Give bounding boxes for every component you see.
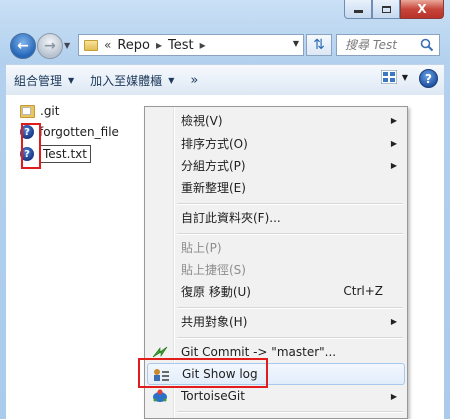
refresh-button[interactable]: ⇅ xyxy=(306,34,332,56)
menu-item-share-with[interactable]: 共用對象(H) ▶ xyxy=(147,310,405,332)
minimize-button[interactable] xyxy=(344,0,372,19)
menu-item-label: 檢視(V) xyxy=(181,113,223,128)
change-view-button[interactable]: ▼ xyxy=(380,70,408,84)
menu-separator xyxy=(177,203,403,205)
menu-item-label: 共用對象(H) xyxy=(181,314,248,329)
more-commands-button[interactable]: » xyxy=(182,68,206,92)
menu-separator xyxy=(177,233,403,235)
maximize-button[interactable] xyxy=(372,0,400,19)
search-input[interactable] xyxy=(343,37,425,53)
menu-item-label: 分組方式(P) xyxy=(181,158,246,173)
address-bar[interactable]: « Repo ▸ Test ▸ ▼ xyxy=(78,34,304,56)
file-name: forgotten_file xyxy=(39,125,119,139)
menu-item-paste[interactable]: 貼上(P) xyxy=(147,236,405,258)
search-icon[interactable] xyxy=(420,38,434,52)
chevron-down-icon: ▼ xyxy=(68,75,75,85)
highlight-box xyxy=(138,358,268,388)
close-button[interactable]: X xyxy=(400,0,444,19)
recent-pages-dropdown[interactable]: ▼ xyxy=(64,41,70,50)
menu-item-sort-by[interactable]: 排序方式(O) ▶ xyxy=(147,132,405,154)
view-options-icon xyxy=(380,70,397,84)
breadcrumb-separator[interactable]: ▸ xyxy=(200,38,206,52)
menu-item-tortoisegit[interactable]: TortoiseGit ▶ xyxy=(147,385,405,407)
breadcrumb-separator[interactable]: ▸ xyxy=(156,38,162,52)
close-icon: X xyxy=(417,2,427,16)
menu-item-label: 貼上(P) xyxy=(181,240,222,255)
breadcrumb-test[interactable]: Test xyxy=(168,38,194,53)
menu-item-label: Git Commit -> "master"... xyxy=(181,345,337,359)
folder-icon xyxy=(20,104,35,118)
menu-item-group-by[interactable]: 分組方式(P) ▶ xyxy=(147,154,405,176)
add-to-library-button[interactable]: 加入至媒體櫃 ▼ xyxy=(82,68,182,92)
menu-separator xyxy=(177,307,403,309)
submenu-arrow-icon: ▶ xyxy=(390,316,397,326)
back-button[interactable]: ← xyxy=(10,33,36,59)
menu-item-paste-shortcut[interactable]: 貼上捷徑(S) xyxy=(147,258,405,280)
help-button[interactable]: ? xyxy=(419,69,438,88)
menu-item-label: TortoiseGit xyxy=(181,389,245,403)
menu-separator xyxy=(177,337,403,339)
highlight-box xyxy=(21,123,41,169)
forward-arrow-icon: → xyxy=(44,38,56,54)
file-name: .git xyxy=(40,104,60,118)
breadcrumb-overflow[interactable]: « xyxy=(104,38,111,52)
command-bar: 組合管理 ▼ 加入至媒體櫃 ▼ » ▼ ? xyxy=(6,64,444,96)
minimize-icon xyxy=(353,10,363,13)
menu-item-label: 排序方式(O) xyxy=(181,136,248,151)
maximize-icon xyxy=(381,5,391,13)
add-to-library-label: 加入至媒體櫃 xyxy=(90,73,163,88)
menu-item-shortcut: Ctrl+Z xyxy=(343,284,383,298)
organize-button[interactable]: 組合管理 ▼ xyxy=(6,68,82,92)
submenu-arrow-icon: ▶ xyxy=(390,160,397,170)
menu-item-refresh[interactable]: 重新整理(E) xyxy=(147,176,405,198)
search-box[interactable] xyxy=(336,34,440,56)
address-dropdown-icon[interactable]: ▼ xyxy=(293,39,299,48)
menu-item-label: 復原 移動(U) xyxy=(181,284,251,299)
forward-button[interactable]: → xyxy=(37,33,63,59)
tortoisegit-icon xyxy=(153,389,167,402)
submenu-arrow-icon: ▶ xyxy=(390,115,397,125)
menu-item-view[interactable]: 檢視(V) ▶ xyxy=(147,109,405,131)
menu-item-undo-move[interactable]: 復原 移動(U) Ctrl+Z xyxy=(147,280,405,302)
organize-label: 組合管理 xyxy=(14,73,63,88)
file-name[interactable]: Test.txt xyxy=(39,145,91,163)
menu-item-label: 自訂此資料夾(F)... xyxy=(181,210,281,225)
menu-item-label: 貼上捷徑(S) xyxy=(181,262,246,277)
window-buttons: X xyxy=(344,0,444,20)
menu-separator xyxy=(177,411,403,413)
menu-item-customize-folder[interactable]: 自訂此資料夾(F)... xyxy=(147,206,405,228)
submenu-arrow-icon: ▶ xyxy=(390,391,397,401)
breadcrumb-repo[interactable]: Repo xyxy=(117,38,150,53)
chevron-down-icon: ▼ xyxy=(401,72,408,82)
submenu-arrow-icon: ▶ xyxy=(390,138,397,148)
back-arrow-icon: ← xyxy=(17,38,29,54)
menu-item-label: 重新整理(E) xyxy=(181,180,246,195)
folder-icon xyxy=(84,39,98,51)
refresh-icon: ⇅ xyxy=(313,37,325,53)
chevron-down-icon: ▼ xyxy=(168,75,175,85)
list-item[interactable]: .git xyxy=(20,101,59,121)
